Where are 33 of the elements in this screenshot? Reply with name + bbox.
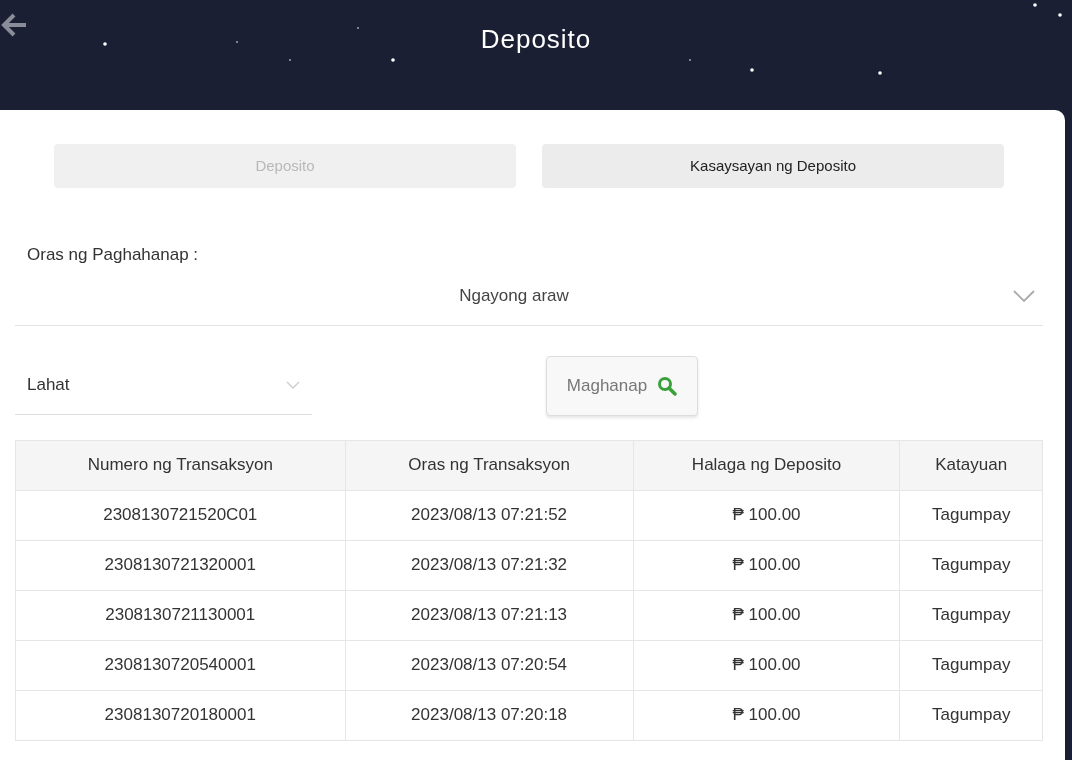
table-cell: 2308130721520C01 — [15, 490, 345, 540]
status-dropdown[interactable]: Lahat — [15, 356, 312, 415]
table-cell: 2023/08/13 07:21:52 — [345, 490, 634, 540]
table-cell: ₱ 100.00 — [633, 690, 900, 740]
table-cell: 2023/08/13 07:20:54 — [345, 640, 634, 690]
table-cell: Tagumpay — [899, 590, 1043, 640]
table-cell: ₱ 100.00 — [633, 540, 900, 590]
field-label: Oras ng Paghahanap : — [27, 244, 200, 266]
table-cell: 2308130720540001 — [15, 640, 345, 690]
page-title: Deposito — [480, 24, 592, 56]
table-cell: Tagumpay — [899, 540, 1043, 590]
table-cell: ₱ 100.00 — [633, 590, 900, 640]
chevron-down-icon — [1013, 289, 1035, 303]
column-header: Numero ng Transaksyon — [15, 440, 345, 490]
chevron-down-icon — [286, 380, 300, 390]
column-header: Katayuan — [899, 440, 1043, 490]
search-button[interactable]: Maghanap — [546, 355, 698, 416]
table-cell: ₱ 100.00 — [633, 640, 900, 690]
column-header: Halaga ng Deposito — [633, 440, 900, 490]
search-icon — [657, 375, 678, 396]
table-cell: 2308130720180001 — [15, 690, 345, 740]
table-cell: ₱ 100.00 — [633, 490, 900, 540]
column-header: Oras ng Transaksyon — [345, 440, 634, 490]
table-cell: 2023/08/13 07:21:32 — [345, 540, 634, 590]
table-cell: Tagumpay — [899, 490, 1043, 540]
table-cell: 2023/08/13 07:21:13 — [345, 590, 634, 640]
table-cell: 2308130721130001 — [15, 590, 345, 640]
table-cell: 2308130721320001 — [15, 540, 345, 590]
table-cell: 2023/08/13 07:20:18 — [345, 690, 634, 740]
time-range-dropdown[interactable]: Ngayong araw — [15, 267, 1043, 326]
table-cell: Tagumpay — [899, 690, 1043, 740]
table-cell: Tagumpay — [899, 640, 1043, 690]
tab[interactable]: Kasaysayan ng Deposito — [542, 144, 1004, 188]
